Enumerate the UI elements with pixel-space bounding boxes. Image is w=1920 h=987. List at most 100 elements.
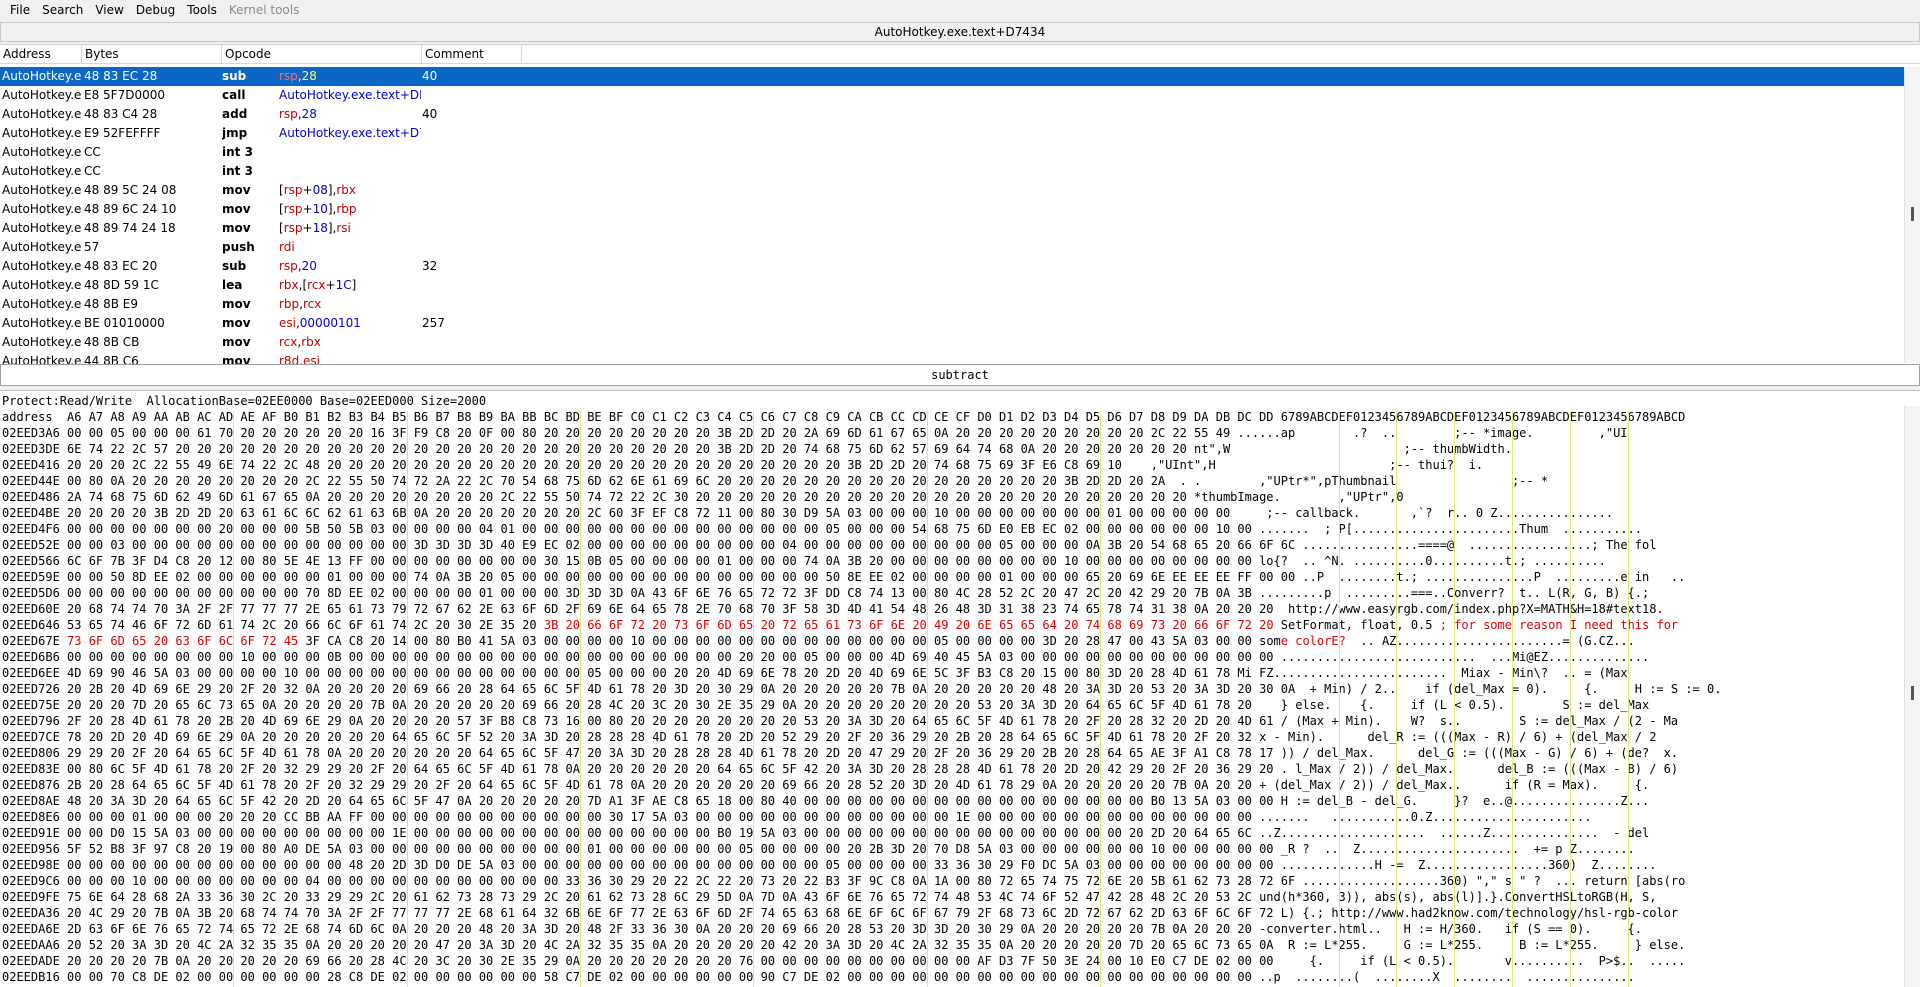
- instruction-bytes: 48 8D 59 1C: [84, 278, 159, 292]
- column-group-separator: [1454, 411, 1456, 987]
- memory-dump-row[interactable]: 02EED4F6 00 00 00 00 00 00 00 20 00 00 0…: [2, 521, 1904, 537]
- instruction-comment: 32: [422, 259, 438, 273]
- memory-dump-row[interactable]: 02EED8E6 00 00 00 01 00 00 00 20 20 20 C…: [2, 809, 1904, 825]
- disasm-row[interactable]: AutoHotkey.e 48 83 EC 28 sub rsp,28 40: [0, 67, 1904, 86]
- disasm-row[interactable]: AutoHotkey.e 48 8B CB mov rcx,rbx: [0, 333, 1904, 352]
- memory-dump-row[interactable]: 02EED5D6 00 00 00 00 00 00 00 00 00 00 0…: [2, 585, 1904, 601]
- instruction-operands: rbp,rcx: [279, 295, 421, 314]
- instruction-operands: rsp,20: [279, 257, 421, 276]
- disasm-row[interactable]: AutoHotkey.e 48 83 C4 28 add rsp,28 40: [0, 105, 1904, 124]
- operand-token: esi: [303, 354, 320, 364]
- memory-dump-row[interactable]: 02EED726 20 2B 20 4D 69 6E 29 20 2F 20 3…: [2, 681, 1904, 697]
- instruction-comment: 40: [422, 69, 438, 83]
- disasm-row[interactable]: AutoHotkey.e 48 89 5C 24 08 mov [rsp+08],rb…: [0, 181, 1904, 200]
- memory-dump-row[interactable]: 02EED3A6 00 00 05 00 00 00 61 70 20 20 2…: [2, 425, 1904, 441]
- instruction-bytes: 48 89 5C 24 08: [84, 183, 177, 197]
- memory-dump-row[interactable]: 02EED75E 20 20 20 7D 20 65 6C 73 65 0A 2…: [2, 697, 1904, 713]
- instruction-bytes: 48 89 74 24 18: [84, 221, 176, 235]
- operand-token: rbx: [279, 278, 299, 292]
- memory-dump-row[interactable]: 02EED4BE 20 20 20 20 3B 2D 2D 20 63 61 6…: [2, 505, 1904, 521]
- disassembler-scrollbar[interactable]: [1904, 67, 1920, 363]
- memory-dump-row[interactable]: 02EED796 2F 20 28 4D 61 78 20 2B 20 4D 6…: [2, 713, 1904, 729]
- operand-token: 08: [312, 183, 328, 197]
- operand-token: +: [302, 202, 313, 216]
- instruction-bytes: CC: [84, 164, 101, 178]
- disasm-row[interactable]: AutoHotkey.e CC int 3: [0, 143, 1904, 162]
- disasm-row[interactable]: AutoHotkey.e CC int 3: [0, 162, 1904, 181]
- memory-dump-row[interactable]: 02EED6B6 00 00 00 00 00 00 00 00 10 00 0…: [2, 649, 1904, 665]
- menu-view[interactable]: View: [89, 0, 129, 20]
- memory-dump-row[interactable]: 02EED9C6 00 00 00 10 00 00 00 00 00 00 0…: [2, 873, 1904, 889]
- memory-dump-row[interactable]: 02EED59E 00 00 50 8D EE 02 00 00 00 00 0…: [2, 569, 1904, 585]
- menu-debug[interactable]: Debug: [130, 0, 181, 20]
- instruction-opcode: int 3: [222, 164, 253, 178]
- memory-dump-row[interactable]: 02EED9FE 75 6E 64 28 68 2A 33 36 30 2C 2…: [2, 889, 1904, 905]
- memory-dump-row[interactable]: 02EED646 53 65 74 46 6F 72 6D 61 74 2C 2…: [2, 617, 1904, 633]
- scrollbar-thumb[interactable]: [1911, 686, 1914, 700]
- disasm-row[interactable]: AutoHotkey.e 57 push rdi: [0, 238, 1904, 257]
- disassembler-header: Address Bytes Opcode Comment: [0, 45, 1920, 64]
- instruction-bytes: E8 5F7D0000: [84, 88, 165, 102]
- disasm-row[interactable]: AutoHotkey.e 48 8D 59 1C lea rbx,[rcx+1C]: [0, 276, 1904, 295]
- disassembler-view[interactable]: Address Bytes Opcode Comment AutoHotkey.…: [0, 44, 1920, 364]
- memory-dump-row[interactable]: 02EEDAA6 20 52 20 3A 3D 20 4C 2A 32 35 3…: [2, 937, 1904, 953]
- memory-dump-row[interactable]: 02EEDADE 20 20 20 20 7B 0A 20 20 20 20 2…: [2, 953, 1904, 969]
- memory-dump-row[interactable]: 02EED876 2B 20 28 64 65 6C 5F 4D 61 78 2…: [2, 777, 1904, 793]
- memory-dump-row[interactable]: 02EED806 29 29 20 2F 20 64 65 6C 5F 4D 6…: [2, 745, 1904, 761]
- memory-dump-row[interactable]: 02EED91E 00 00 D0 15 5A 03 00 00 00 00 0…: [2, 825, 1904, 841]
- memory-dump-row[interactable]: 02EED566 6C 6F 7B 3F D4 C8 20 12 00 80 5…: [2, 553, 1904, 569]
- memory-dump-row[interactable]: 02EED7CE 78 20 2D 20 4D 69 6E 29 0A 20 2…: [2, 729, 1904, 745]
- memory-dump-row[interactable]: 02EED486 2A 74 68 75 6D 62 49 6D 61 67 6…: [2, 489, 1904, 505]
- instruction-operands: AutoHotkey.exe.text+DF1: [279, 86, 421, 105]
- disasm-row[interactable]: AutoHotkey.e 48 83 EC 20 sub rsp,20 32: [0, 257, 1904, 276]
- memory-dump-header: address A6 A7 A8 A9 AA AB AC AD AE AF B0…: [2, 410, 1686, 424]
- memory-dump-view[interactable]: Protect:Read/Write AllocationBase=02EE00…: [0, 390, 1920, 987]
- operand-token: rcx: [307, 278, 326, 292]
- memory-dump-row[interactable]: 02EED60E 20 68 74 74 70 3A 2F 2F 77 77 7…: [2, 601, 1904, 617]
- disasm-row[interactable]: AutoHotkey.e 48 89 6C 24 10 mov [rsp+10],rb…: [0, 200, 1904, 219]
- command-line[interactable]: subtract: [0, 364, 1920, 386]
- disasm-row[interactable]: AutoHotkey.e 44 8B C6 mov r8d,esi: [0, 352, 1904, 364]
- operand-token: rsp: [279, 259, 298, 273]
- instruction-address: AutoHotkey.e: [2, 202, 82, 216]
- column-header-address[interactable]: Address: [0, 45, 82, 64]
- memory-dump-lines: address A6 A7 A8 A9 AA AB AC AD AE AF B0…: [2, 409, 1904, 985]
- disasm-row[interactable]: AutoHotkey.e 48 89 74 24 18 mov [rsp+18],rs…: [0, 219, 1904, 238]
- disasm-row[interactable]: AutoHotkey.e 48 8B E9 mov rbp,rcx: [0, 295, 1904, 314]
- instruction-operands: [rsp+18],rsi: [279, 219, 421, 238]
- memory-dump-row[interactable]: 02EED8AE 48 20 3A 3D 20 64 65 6C 5F 42 2…: [2, 793, 1904, 809]
- disasm-row[interactable]: AutoHotkey.e E9 52FEFFFF jmp AutoHotkey.exe…: [0, 124, 1904, 143]
- memory-dump-row[interactable]: 02EED98E 00 00 00 00 00 00 00 00 00 00 0…: [2, 857, 1904, 873]
- menu-search[interactable]: Search: [36, 0, 89, 20]
- memory-dump-row[interactable]: 02EED416 20 20 20 2C 22 55 49 6E 74 22 2…: [2, 457, 1904, 473]
- column-header-comment[interactable]: Comment: [422, 45, 522, 64]
- memory-dump-row[interactable]: 02EED52E 00 00 03 00 00 00 00 00 00 00 0…: [2, 537, 1904, 553]
- menu-tools[interactable]: Tools: [181, 0, 223, 20]
- memory-dump-row[interactable]: 02EED956 5F 52 B8 3F 97 C8 20 19 00 80 A…: [2, 841, 1904, 857]
- memory-dump-row[interactable]: 02EED3DE 6E 74 22 2C 57 20 20 20 20 20 2…: [2, 441, 1904, 457]
- memory-dump-row[interactable]: 02EED44E 00 80 0A 20 20 20 20 20 20 20 2…: [2, 473, 1904, 489]
- operand-token: 1C: [335, 278, 352, 292]
- memory-dump-row[interactable]: 02EED6EE 4D 69 90 46 5A 03 00 00 00 00 1…: [2, 665, 1904, 681]
- instruction-opcode: sub: [222, 69, 247, 83]
- menu-file[interactable]: File: [4, 0, 36, 20]
- memory-dump-row[interactable]: 02EED67E 73 6F 6D 65 20 63 6F 6C 6F 72 4…: [2, 633, 1904, 649]
- memory-dump-row[interactable]: 02EEDB16 00 00 70 C8 DE 02 00 00 00 00 0…: [2, 969, 1904, 985]
- memory-dump-scrollbar[interactable]: [1904, 406, 1920, 987]
- memory-dump-row[interactable]: 02EEDA36 20 4C 29 20 7B 0A 3B 20 68 74 7…: [2, 905, 1904, 921]
- operand-token: 20: [301, 259, 317, 273]
- memory-dump-row[interactable]: 02EED83E 00 80 6C 5F 4D 61 78 20 2F 20 3…: [2, 761, 1904, 777]
- instruction-comment: 40: [422, 107, 438, 121]
- menu-kernel-tools: Kernel tools: [228, 3, 300, 17]
- operand-token: rdi: [279, 240, 295, 254]
- instruction-opcode: mov: [222, 183, 251, 197]
- instruction-operands: [rsp+10],rbp: [279, 200, 421, 219]
- memory-dump-row[interactable]: 02EEDA6E 2D 63 6F 6E 76 65 72 74 65 72 2…: [2, 921, 1904, 937]
- column-header-opcode[interactable]: Opcode: [222, 45, 422, 64]
- operand-token: AutoHotkey.exe.text+DF1: [279, 88, 421, 102]
- instruction-bytes: 48 89 6C 24 10: [84, 202, 177, 216]
- disasm-row[interactable]: AutoHotkey.e BE 01010000 mov esi,00000101 25…: [0, 314, 1904, 333]
- disasm-row[interactable]: AutoHotkey.e E8 5F7D0000 call AutoHotkey.ex…: [0, 86, 1904, 105]
- column-header-bytes[interactable]: Bytes: [82, 45, 222, 64]
- scrollbar-thumb[interactable]: [1911, 207, 1914, 221]
